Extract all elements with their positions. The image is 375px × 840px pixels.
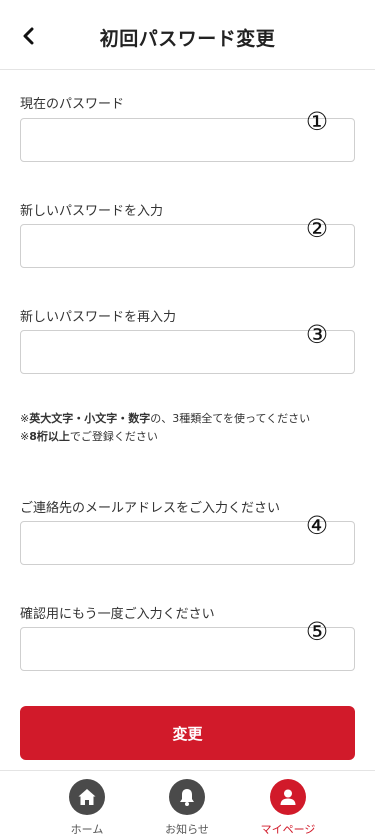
new-password-label: 新しいパスワードを入力 — [20, 204, 164, 219]
field-marker-1: ① — [305, 107, 329, 136]
field-marker-2: ② — [305, 214, 329, 243]
tab-home[interactable]: ホーム — [47, 779, 127, 837]
field-marker-4: ④ — [305, 511, 329, 540]
password-rule-line-1: ※英大文字・小文字・数字の、3種類全てを使ってください — [20, 410, 310, 428]
note-prefix: ※ — [20, 430, 30, 443]
confirm-password-label: 新しいパスワードを再入力 — [20, 310, 177, 325]
bell-icon — [169, 779, 205, 815]
tab-notifications-label: お知らせ — [165, 823, 209, 836]
current-password-label: 現在のパスワード — [20, 97, 125, 112]
tab-notifications[interactable]: お知らせ — [147, 779, 227, 837]
page-title: 初回パスワード変更 — [99, 28, 276, 50]
note-prefix: ※ — [20, 412, 30, 425]
note-text: の、3種類全てを使ってください — [150, 412, 311, 425]
home-icon — [69, 779, 105, 815]
password-rule-line-2: ※8桁以上でご登録ください — [20, 428, 310, 446]
field-marker-5: ⑤ — [305, 617, 329, 646]
email-confirm-label: 確認用にもう一度ご入力ください — [20, 607, 215, 622]
note-emphasis: 英大文字・小文字・数字 — [29, 412, 151, 425]
tab-mypage[interactable]: マイページ — [248, 779, 328, 837]
app-header: 初回パスワード変更 — [0, 0, 375, 70]
tab-home-label: ホーム — [70, 823, 104, 836]
note-text: でご登録ください — [69, 430, 158, 443]
field-marker-3: ③ — [305, 320, 329, 349]
tab-mypage-label: マイページ — [260, 823, 316, 836]
change-button[interactable]: 変更 — [20, 706, 355, 760]
password-rules-note: ※英大文字・小文字・数字の、3種類全てを使ってください ※8桁以上でご登録くださ… — [20, 410, 310, 446]
note-emphasis: 8桁以上 — [29, 430, 70, 443]
user-icon — [270, 779, 306, 815]
email-label: ご連絡先のメールアドレスをご入力ください — [20, 501, 281, 516]
bottom-tab-bar: ホーム お知らせ マイページ — [0, 770, 375, 840]
